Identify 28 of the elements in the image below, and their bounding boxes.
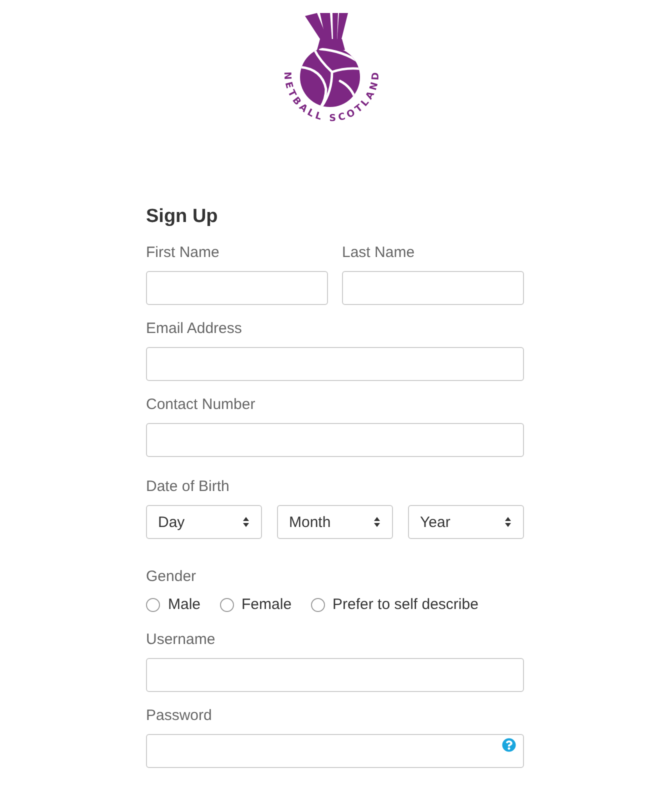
radio-button[interactable]	[310, 598, 325, 612]
radio-button[interactable]	[220, 598, 234, 612]
first-name-field[interactable]	[146, 271, 328, 305]
up-down-caret-icon	[505, 517, 511, 527]
email-field[interactable]	[146, 347, 524, 381]
dropdown-select[interactable]: Month	[277, 505, 393, 539]
radio-label[interactable]: Female	[242, 595, 292, 615]
form-title: Sign Up	[146, 205, 218, 229]
radio-label[interactable]: Prefer to self describe	[332, 595, 478, 615]
last-name-field[interactable]	[342, 271, 524, 305]
contact-number-field[interactable]	[146, 423, 524, 457]
dropdown-select[interactable]: Year	[408, 505, 524, 539]
field-label: First Name	[146, 243, 220, 263]
field-label: Contact Number	[146, 395, 256, 415]
field-label: Date of Birth	[146, 477, 230, 497]
radio-button[interactable]	[146, 598, 160, 612]
up-down-caret-icon	[243, 517, 249, 527]
field-label: Password	[146, 706, 212, 726]
username-field[interactable]	[146, 658, 524, 692]
password-field[interactable]	[146, 734, 524, 768]
field-label: Last Name	[342, 243, 415, 263]
radio-label[interactable]: Male	[168, 595, 201, 615]
field-label: Username	[146, 630, 216, 650]
help-icon[interactable]	[502, 738, 516, 752]
dropdown-select[interactable]: Day	[146, 505, 262, 539]
field-label: Email Address	[146, 319, 242, 339]
up-down-caret-icon	[374, 517, 380, 527]
field-label: Gender	[146, 567, 196, 587]
